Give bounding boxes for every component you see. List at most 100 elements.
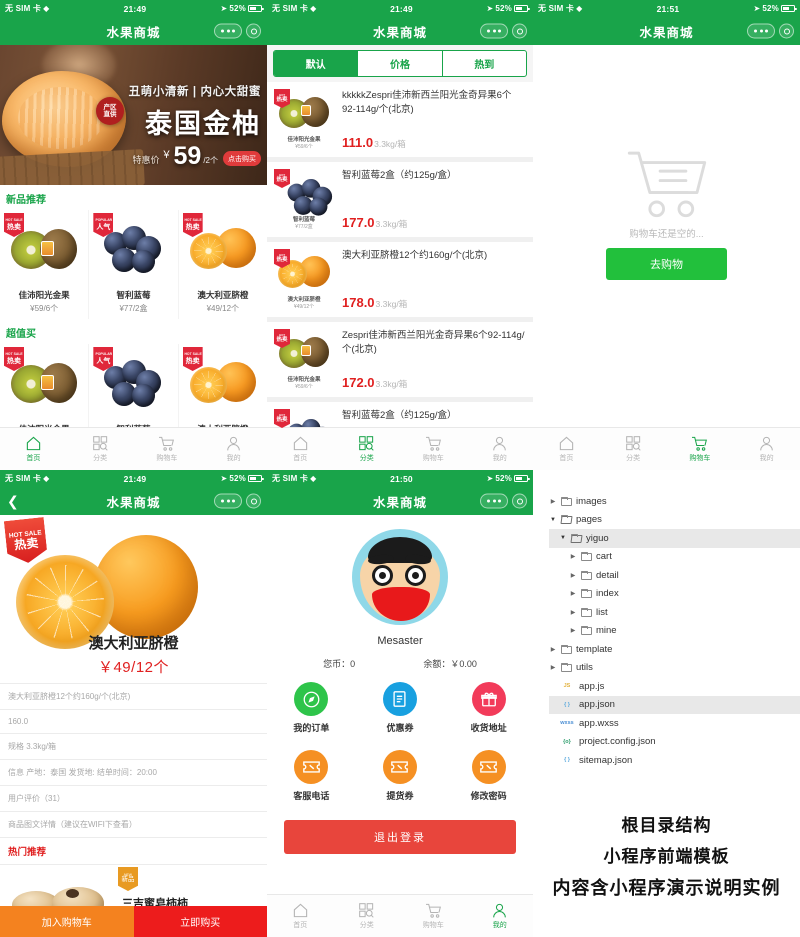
badge-line-2: 直供 <box>103 111 117 118</box>
banner-price: 59 <box>173 142 202 170</box>
profile-entry-address[interactable]: 收货地址 <box>444 682 533 734</box>
list-item[interactable]: HOT 热卖 智利蓝莓 ¥77/2盒 智利蓝莓2盒（约125g/盒） 177.0 … <box>267 162 533 237</box>
tree-node-list[interactable]: ▶ list <box>549 603 800 622</box>
file-tree: ▶ images ▼ pages ▼ yiguo ▶ cart ▶ detail… <box>533 470 800 770</box>
wechat-capsule[interactable] <box>214 23 261 39</box>
go-shopping-button[interactable]: 去购物 <box>606 247 727 280</box>
tree-node-cart[interactable]: ▶ cart <box>549 548 800 567</box>
logout-button[interactable]: 退出登录 <box>284 820 516 854</box>
chevron-right-icon[interactable]: ▶ <box>569 609 577 616</box>
profile-entry-service-phone[interactable]: 客服电话 <box>267 750 356 802</box>
tab-cart[interactable]: 购物车 <box>134 436 201 463</box>
chevron-right-icon[interactable]: ▶ <box>549 646 557 653</box>
more-icon[interactable] <box>214 23 242 39</box>
tree-node-app-js[interactable]: JS app.js <box>549 677 800 696</box>
chevron-down-icon[interactable]: ▼ <box>559 535 567 541</box>
back-icon[interactable]: ❮ <box>7 494 19 508</box>
product-card[interactable]: HOT SALE 热卖 佳沛阳光金果 ¥59/6个 <box>0 210 89 319</box>
chevron-down-icon[interactable]: ▼ <box>549 517 557 523</box>
more-icon[interactable] <box>480 493 508 509</box>
profile-entry-change-password[interactable]: 修改密码 <box>444 750 533 802</box>
tree-node-template[interactable]: ▶ template <box>549 640 800 659</box>
wechat-capsule[interactable] <box>480 493 527 509</box>
tab-category[interactable]: 分类 <box>67 435 134 463</box>
battery-icon <box>248 5 264 12</box>
sort-tab-default[interactable]: 默认 <box>274 51 359 76</box>
folder-icon <box>561 496 572 506</box>
tab-home[interactable]: 首页 <box>0 436 67 463</box>
tab-category[interactable]: 分类 <box>600 435 667 463</box>
more-icon[interactable] <box>747 23 775 39</box>
section-title-value: 超值买 <box>0 319 267 344</box>
tab-mine[interactable]: 我的 <box>467 436 534 463</box>
profile-entry-coupons[interactable]: 优惠券 <box>356 682 445 734</box>
close-icon[interactable] <box>512 493 527 509</box>
buy-now-button[interactable]: 立即购买 <box>133 906 267 937</box>
product-card[interactable]: HOT SALE热卖 佳沛阳光金果 <box>0 344 89 440</box>
panel-home: 无 SIM 卡 ◆ 21:49 ➤ 52% 水果商城 产区 直供 丑萌小清新 |… <box>0 0 267 470</box>
chevron-right-icon[interactable]: ▶ <box>549 498 557 505</box>
product-card[interactable]: POPULAR 人气 智利蓝莓 ¥77/2盒 <box>89 210 178 319</box>
add-to-cart-button[interactable]: 加入购物车 <box>0 906 134 937</box>
home-banner[interactable]: 产区 直供 丑萌小清新 | 内心大甜蜜 泰国金柚 特惠价 ￥ 59 /2个 点击… <box>0 45 267 185</box>
list-item[interactable]: HOT 热卖 佳沛阳光金果 ¥59/6个 kkkkkZespri佳沛新西兰阳光金奇… <box>267 82 533 157</box>
chevron-right-icon[interactable]: ▶ <box>569 553 577 560</box>
tab-mine[interactable]: 我的 <box>733 436 800 463</box>
status-right-group: ➤ 52% <box>220 4 264 13</box>
tab-cart[interactable]: 购物车 <box>667 436 734 463</box>
tree-node-sitemap[interactable]: { } sitemap.json <box>549 751 800 770</box>
detail-row-reviews[interactable]: 用户评价（31） <box>0 786 267 812</box>
product-card[interactable]: HOT SALE 热卖 澳大利亚脐橙 ¥49/12个 <box>178 210 267 319</box>
location-icon: ➤ <box>220 4 228 13</box>
list-spec: 3.3kg/箱 <box>375 219 408 229</box>
close-icon[interactable] <box>246 23 261 39</box>
banner-buy-button[interactable]: 点击购买 <box>223 151 261 166</box>
tag-bottom: 人气 <box>96 223 111 231</box>
tab-cart[interactable]: 购物车 <box>400 436 467 463</box>
panel-profile: 无 SIM 卡 ◆ 21:50 ➤ 52% 水果商城 Mesaster 您币：0… <box>267 470 533 937</box>
list-item[interactable]: HOT 热卖 澳大利亚脐橙 ¥49/12个 澳大利亚脐橙12个约160g/个(北京… <box>267 242 533 317</box>
profile-entry-pickup-voucher[interactable]: 提货券 <box>356 750 445 802</box>
sort-tab-price[interactable]: 价格 <box>358 51 443 76</box>
chevron-right-icon[interactable]: ▶ <box>569 572 577 579</box>
detail-row-weight: 160.0 <box>0 710 267 734</box>
list-item[interactable]: HOT 热卖 佳沛阳光金果 ¥59/6个 Zespri佳沛新西兰阳光金奇异果6个9… <box>267 322 533 397</box>
product-card[interactable]: POPULAR人气 智利蓝莓 <box>89 344 178 440</box>
close-icon[interactable] <box>512 23 527 39</box>
tab-mine[interactable]: 我的 <box>467 903 534 930</box>
tree-node-mine[interactable]: ▶ mine <box>549 622 800 641</box>
wechat-capsule[interactable] <box>747 23 794 39</box>
tree-node-yiguo[interactable]: ▼ yiguo <box>549 529 800 548</box>
chevron-right-icon[interactable]: ▶ <box>549 664 557 671</box>
sort-tab-hot[interactable]: 热到 <box>443 51 526 76</box>
tree-node-project-config[interactable]: {o} project.config.json <box>549 733 800 752</box>
tree-node-index[interactable]: ▶ index <box>549 585 800 604</box>
tree-node-app-wxss[interactable]: wxss app.wxss <box>549 714 800 733</box>
tab-category[interactable]: 分类 <box>334 902 401 930</box>
tab-home[interactable]: 首页 <box>267 903 334 930</box>
tab-home[interactable]: 首页 <box>533 436 600 463</box>
location-icon: ➤ <box>220 474 228 483</box>
sort-tabs: 默认 价格 热到 <box>273 50 527 77</box>
more-icon[interactable] <box>480 23 508 39</box>
avatar[interactable] <box>352 529 448 625</box>
tab-home[interactable]: 首页 <box>267 436 334 463</box>
tab-category[interactable]: 分类 <box>334 435 401 463</box>
close-icon[interactable] <box>779 23 794 39</box>
chevron-right-icon[interactable]: ▶ <box>569 627 577 634</box>
tree-node-app-json[interactable]: { } app.json <box>549 695 800 714</box>
tab-cart[interactable]: 购物车 <box>400 903 467 930</box>
tree-node-pages[interactable]: ▼ pages <box>549 511 800 530</box>
wechat-capsule[interactable] <box>480 23 527 39</box>
more-icon[interactable] <box>214 493 242 509</box>
profile-entry-orders[interactable]: 我的订单 <box>267 682 356 734</box>
tree-node-detail[interactable]: ▶ detail <box>549 566 800 585</box>
wechat-capsule[interactable] <box>214 493 261 509</box>
tree-node-images[interactable]: ▶ images <box>549 492 800 511</box>
tree-node-utils[interactable]: ▶ utils <box>549 659 800 678</box>
detail-row-gallery[interactable]: 商品图文详情（建议在WIFI下查看） <box>0 812 267 838</box>
close-icon[interactable] <box>246 493 261 509</box>
tab-mine[interactable]: 我的 <box>200 436 267 463</box>
chevron-right-icon[interactable]: ▶ <box>569 590 577 597</box>
product-card[interactable]: HOT SALE热卖 澳大利亚脐橙 <box>178 344 267 440</box>
